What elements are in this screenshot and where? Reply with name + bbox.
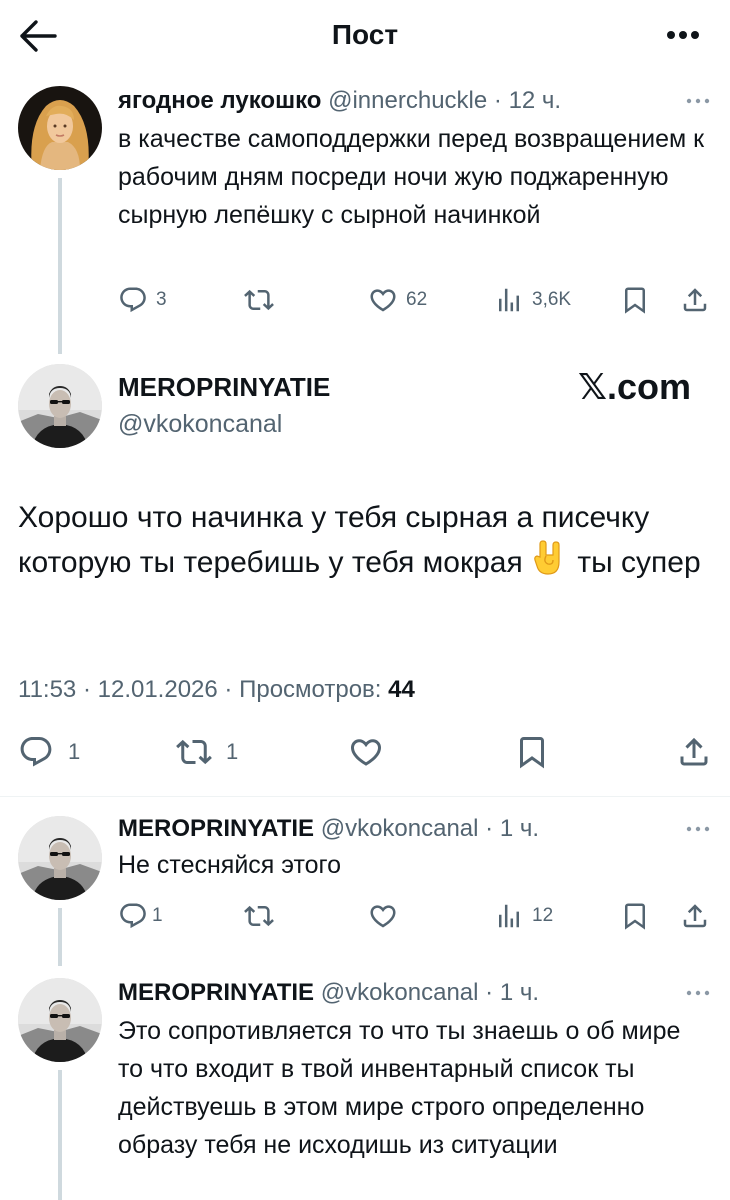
- tweet-text: Не стесняйся этого: [118, 851, 342, 879]
- avatar[interactable]: [18, 978, 102, 1062]
- top-bar: Пост: [0, 0, 730, 72]
- views-count: 12: [532, 905, 554, 926]
- share-icon: [680, 901, 710, 931]
- like-button[interactable]: 62: [368, 282, 427, 318]
- bookmark-icon: [620, 901, 650, 931]
- thread-line: [58, 178, 62, 354]
- separator: ·: [485, 815, 494, 842]
- author-name[interactable]: ягодное лукошко: [118, 87, 321, 114]
- reply-icon: [18, 734, 54, 770]
- bookmark-icon: [620, 285, 650, 315]
- more-icon[interactable]: [686, 990, 710, 996]
- tweet-header: MEROPRINYATIE @vkokoncanal · 1 ч.: [118, 812, 710, 846]
- separator: ·: [224, 676, 233, 703]
- tweet-text: в качестве самоподдержки перед возвращен…: [118, 125, 705, 229]
- tweet-header: ягодное лукошко @innerchuckle · 12 ч.: [118, 84, 710, 118]
- repost-button[interactable]: 1: [176, 734, 238, 770]
- views-button[interactable]: 12: [494, 898, 553, 934]
- parent-tweet[interactable]: ягодное лукошко @innerchuckle · 12 ч. в …: [118, 84, 710, 234]
- reply-tweet[interactable]: MEROPRINYATIE @vkokoncanal · 1 ч. Не сте…: [118, 812, 710, 884]
- divider: [0, 796, 730, 797]
- reply-count: 3: [156, 289, 167, 310]
- tweet-text: Это сопротивляется то что ты знаешь о об…: [118, 1017, 681, 1159]
- author-name[interactable]: MEROPRINYATIE: [118, 372, 330, 403]
- more-icon[interactable]: [686, 826, 710, 832]
- bookmark-button[interactable]: [620, 898, 650, 934]
- sign-of-horns-emoji-icon: [534, 540, 560, 575]
- tweet-actions: 1 1: [18, 734, 712, 778]
- share-icon: [680, 285, 710, 315]
- avatar[interactable]: [18, 86, 102, 170]
- like-count: 62: [406, 289, 428, 310]
- like-button[interactable]: [348, 734, 384, 770]
- reply-button[interactable]: 3: [118, 282, 167, 318]
- more-horizontal-icon: [667, 31, 699, 39]
- user-avatar-image: [18, 816, 102, 900]
- reply-count: 1: [152, 905, 163, 926]
- page-title: Пост: [331, 19, 399, 50]
- author-handle[interactable]: @vkokoncanal: [321, 815, 479, 842]
- avatar[interactable]: [18, 816, 102, 900]
- repost-button[interactable]: [244, 898, 274, 934]
- views-icon: [494, 285, 524, 315]
- share-button[interactable]: [680, 282, 710, 318]
- tweet-actions: 3 62 3,6K: [118, 282, 712, 318]
- x-watermark: 𝕏.com: [578, 366, 692, 407]
- user-avatar-image: [18, 86, 102, 170]
- author-name[interactable]: MEROPRINYATIE: [118, 979, 314, 1006]
- tweet-actions: 1 12: [118, 898, 712, 934]
- user-avatar-image: [18, 364, 102, 448]
- tweet-time[interactable]: 1 ч.: [500, 979, 539, 1006]
- tweet-date[interactable]: 12.01.2026: [98, 676, 218, 703]
- bookmark-button[interactable]: [514, 734, 550, 770]
- share-icon: [676, 734, 712, 770]
- like-icon: [368, 901, 398, 931]
- repost-button[interactable]: [244, 282, 274, 318]
- views-icon: [494, 901, 524, 931]
- author-handle[interactable]: @innerchuckle: [328, 87, 487, 114]
- separator: ·: [493, 87, 502, 114]
- views-label: Просмотров:: [239, 676, 382, 703]
- reply-icon: [118, 285, 148, 315]
- author-handle[interactable]: @vkokoncanal: [321, 979, 479, 1006]
- author-handle[interactable]: @vkokoncanal: [118, 410, 282, 439]
- repost-icon: [244, 901, 274, 931]
- tweet-time[interactable]: 11:53: [18, 676, 76, 703]
- views-count: 3,6K: [532, 289, 572, 310]
- repost-count: 1: [226, 739, 239, 764]
- reply-tweet[interactable]: MEROPRINYATIE @vkokoncanal · 1 ч. Это со…: [118, 976, 710, 1164]
- share-button[interactable]: [680, 898, 710, 934]
- more-icon[interactable]: [686, 98, 710, 104]
- user-avatar-image: [18, 978, 102, 1062]
- reply-button[interactable]: 1: [118, 898, 163, 934]
- like-icon: [368, 285, 398, 315]
- tweet-time[interactable]: 1 ч.: [500, 815, 539, 842]
- tweet-text-part: ты супер: [569, 546, 701, 579]
- avatar[interactable]: [18, 364, 102, 448]
- thread-line: [58, 908, 62, 966]
- tweet-timestamp: 11:53 · 12.01.2026 · Просмотров: 44: [18, 676, 415, 704]
- tweet-header: MEROPRINYATIE @vkokoncanal · 1 ч.: [118, 976, 710, 1010]
- views-count: 44: [388, 676, 415, 703]
- share-button[interactable]: [676, 734, 712, 770]
- reply-icon: [118, 901, 148, 931]
- main-tweet-text: Хорошо что начинка у тебя сырная а писеч…: [18, 496, 718, 585]
- tweet-time[interactable]: 12 ч.: [509, 87, 562, 114]
- more-options-button[interactable]: [666, 28, 700, 42]
- views-button[interactable]: 3,6K: [494, 282, 571, 318]
- separator: ·: [485, 979, 494, 1006]
- separator: ·: [82, 676, 91, 703]
- reply-button[interactable]: 1: [18, 734, 80, 770]
- reply-count: 1: [68, 739, 81, 764]
- repost-icon: [176, 734, 212, 770]
- like-button[interactable]: [368, 898, 398, 934]
- bookmark-icon: [514, 734, 550, 770]
- bookmark-button[interactable]: [620, 282, 650, 318]
- like-icon: [348, 734, 384, 770]
- thread-line: [58, 1070, 62, 1200]
- repost-icon: [244, 285, 274, 315]
- author-name[interactable]: MEROPRINYATIE: [118, 815, 314, 842]
